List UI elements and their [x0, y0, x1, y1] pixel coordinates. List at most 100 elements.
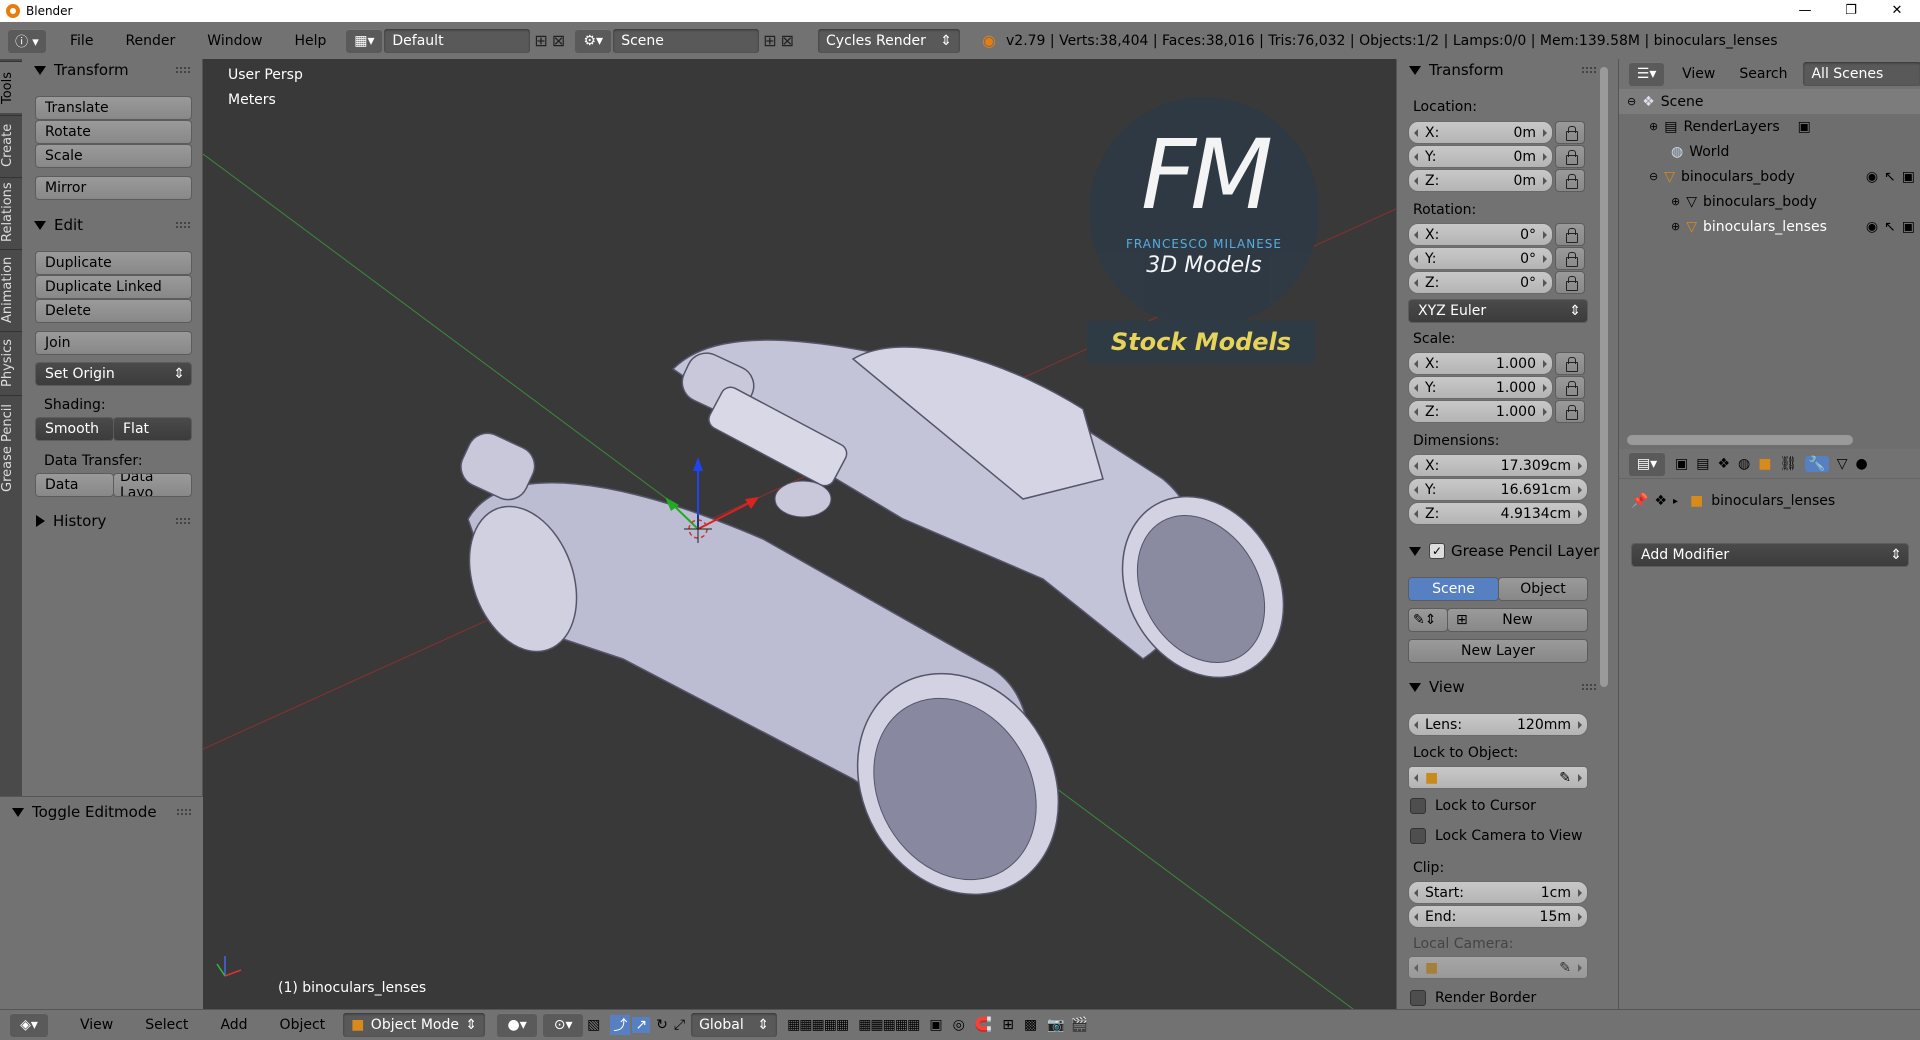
- menu-file[interactable]: File: [54, 33, 109, 49]
- menu-select[interactable]: Select: [129, 1017, 204, 1033]
- add-scene-icon[interactable]: ⊞: [763, 31, 776, 50]
- material-tab-icon[interactable]: ●: [1855, 456, 1867, 472]
- pin-icon[interactable]: 📌: [1631, 493, 1648, 509]
- lock-location-y-icon[interactable]: [1555, 145, 1585, 168]
- maximize-button[interactable]: ❐: [1828, 0, 1874, 22]
- outliner-row-scene[interactable]: ⊖ ❖ Scene: [1619, 89, 1920, 114]
- collapse-icon[interactable]: ⊖: [1627, 95, 1636, 108]
- translate-button[interactable]: Translate: [35, 96, 192, 120]
- data-transfer-button[interactable]: Data: [35, 473, 114, 497]
- occlude-geometry-icon[interactable]: ▧: [587, 1017, 600, 1033]
- npanel-scrollbar[interactable]: [1600, 67, 1608, 687]
- history-panel-header[interactable]: History: [22, 510, 106, 532]
- viewport-shading-select[interactable]: ●▾: [497, 1013, 538, 1037]
- transform-panel-header[interactable]: Transform: [22, 59, 129, 81]
- rotation-y-field[interactable]: Y: 0°: [1408, 247, 1553, 270]
- transform-orientation-select[interactable]: Global ⇕: [691, 1013, 778, 1037]
- rotate-manipulator-icon[interactable]: ↻: [656, 1017, 668, 1033]
- smooth-button[interactable]: Smooth: [35, 417, 114, 441]
- flat-button[interactable]: Flat: [113, 417, 192, 441]
- tab-physics[interactable]: Physics: [0, 331, 22, 393]
- render-border-checkbox[interactable]: [1410, 990, 1426, 1006]
- set-origin-select[interactable]: Set Origin ⇕: [35, 362, 192, 386]
- scene-browse-button[interactable]: ⚙▾: [575, 28, 612, 53]
- join-button[interactable]: Join: [35, 331, 192, 355]
- lock-location-z-icon[interactable]: [1555, 169, 1585, 192]
- drag-grip-icon[interactable]: [1582, 684, 1596, 690]
- tab-animation[interactable]: Animation: [0, 249, 22, 329]
- world-tab-icon[interactable]: ◍: [1738, 456, 1750, 472]
- rotation-z-field[interactable]: Z: 0°: [1408, 271, 1553, 294]
- interaction-mode-select[interactable]: ■ Object Mode ⇕: [343, 1013, 486, 1037]
- screen-layout-button[interactable]: ▦▾: [346, 28, 383, 53]
- rotation-x-field[interactable]: X: 0°: [1408, 223, 1553, 246]
- outliner-hscrollbar[interactable]: [1627, 435, 1853, 445]
- proportional-edit-icon[interactable]: ◎: [953, 1017, 965, 1033]
- scale-y-field[interactable]: Y: 1.000: [1408, 376, 1553, 399]
- tab-tools[interactable]: Tools: [0, 61, 22, 113]
- render-opengl-icon[interactable]: 📷: [1047, 1017, 1064, 1033]
- lock-to-cursor-checkbox[interactable]: [1410, 798, 1426, 814]
- menu-object[interactable]: Object: [264, 1017, 342, 1033]
- local-camera-field[interactable]: ■ ✎: [1408, 956, 1588, 979]
- menu-view[interactable]: View: [64, 1017, 129, 1033]
- lock-scale-x-icon[interactable]: [1555, 352, 1585, 375]
- collapse-icon[interactable]: ⊖: [1649, 170, 1658, 183]
- remove-screen-icon[interactable]: ⊠: [552, 31, 565, 50]
- render-animation-icon[interactable]: 🎬: [1071, 1017, 1088, 1033]
- constraints-tab-icon[interactable]: ⛓: [1779, 456, 1797, 472]
- lock-rotation-z-icon[interactable]: [1555, 271, 1585, 294]
- lock-rotation-y-icon[interactable]: [1555, 247, 1585, 270]
- drag-grip-icon[interactable]: [176, 518, 190, 524]
- select-cursor-icon[interactable]: ↖: [1884, 169, 1896, 185]
- render-engine-select[interactable]: Cycles Render ⇕: [818, 28, 961, 53]
- lock-camera-checkbox[interactable]: [1410, 828, 1426, 844]
- snap-toggle-icon[interactable]: 🧲: [975, 1017, 992, 1033]
- properties-editor-type-button[interactable]: ▤▾: [1629, 451, 1665, 476]
- rotation-mode-select[interactable]: XYZ Euler ⇕: [1408, 299, 1588, 323]
- gp-layer-checkbox[interactable]: ✓: [1429, 543, 1445, 559]
- lens-field[interactable]: Lens: 120mm: [1408, 713, 1588, 736]
- translate-manipulator-icon[interactable]: ↗: [632, 1017, 651, 1033]
- add-screen-icon[interactable]: ⊞: [534, 31, 547, 50]
- view-panel-header[interactable]: View: [1397, 676, 1465, 698]
- clip-start-field[interactable]: Start: 1cm: [1408, 881, 1588, 904]
- scale-button[interactable]: Scale: [35, 144, 192, 168]
- modifier-wrench-icon[interactable]: 🔧: [1805, 455, 1829, 472]
- outliner-view-menu[interactable]: View: [1682, 66, 1715, 82]
- lock-location-x-icon[interactable]: [1555, 121, 1585, 144]
- grease-pencil-layer-header[interactable]: ✓ Grease Pencil Layer: [1397, 540, 1599, 562]
- 3d-viewport[interactable]: User Persp Meters (1) binoculars_lenses …: [203, 59, 1396, 1009]
- outliner-row-binoculars-body-mesh[interactable]: ⊕ ▽ binoculars_body: [1619, 189, 1920, 214]
- gp-browse-button[interactable]: ✎⇕: [1408, 608, 1448, 632]
- outliner-row-world[interactable]: ◍ World: [1619, 139, 1920, 164]
- screen-layout-field[interactable]: Default: [384, 28, 531, 53]
- lock-scale-z-icon[interactable]: [1555, 400, 1585, 423]
- visibility-eye-icon[interactable]: ◉: [1866, 169, 1878, 185]
- location-z-field[interactable]: Z: 0m: [1408, 169, 1553, 192]
- tab-relations[interactable]: Relations: [0, 177, 22, 247]
- layer-lock-icon[interactable]: ▣: [929, 1017, 942, 1033]
- expand-icon[interactable]: ⊕: [1649, 120, 1658, 133]
- duplicate-button[interactable]: Duplicate: [35, 251, 192, 275]
- drag-grip-icon[interactable]: [176, 67, 190, 73]
- tab-grease-pencil[interactable]: Grease Pencil: [0, 395, 22, 501]
- remove-scene-icon[interactable]: ⊠: [781, 31, 794, 50]
- gp-new-button[interactable]: ⊞ New: [1447, 608, 1588, 632]
- manipulator-toggle-icon[interactable]: ⤴: [610, 1015, 631, 1035]
- gp-scene-button[interactable]: Scene: [1408, 577, 1499, 601]
- delete-button[interactable]: Delete: [35, 299, 192, 323]
- dimension-z-field[interactable]: Z: 4.9134cm: [1408, 502, 1588, 525]
- drag-grip-icon[interactable]: [1582, 67, 1596, 73]
- editor-type-info-button[interactable]: ⓘ ▾: [8, 28, 46, 53]
- outliner-row-binoculars-body-object[interactable]: ⊖ ▽ binoculars_body ◉ ↖ ▣: [1619, 164, 1920, 189]
- data-layout-button[interactable]: Data Layo: [113, 473, 192, 497]
- gp-object-button[interactable]: Object: [1498, 577, 1588, 601]
- toggle-editmode-header[interactable]: Toggle Editmode: [0, 801, 157, 823]
- expand-icon[interactable]: ⊕: [1671, 220, 1680, 233]
- outliner-row-binoculars-lenses[interactable]: ⊕ ▽ binoculars_lenses ◉ ↖ ▣: [1619, 214, 1920, 239]
- mesh-data-tab-icon[interactable]: ▽: [1837, 456, 1848, 472]
- menu-add[interactable]: Add: [204, 1017, 263, 1033]
- edit-panel-header[interactable]: Edit: [22, 214, 83, 236]
- outliner-row-renderlayers[interactable]: ⊕ ▤ RenderLayers ▣: [1619, 114, 1920, 139]
